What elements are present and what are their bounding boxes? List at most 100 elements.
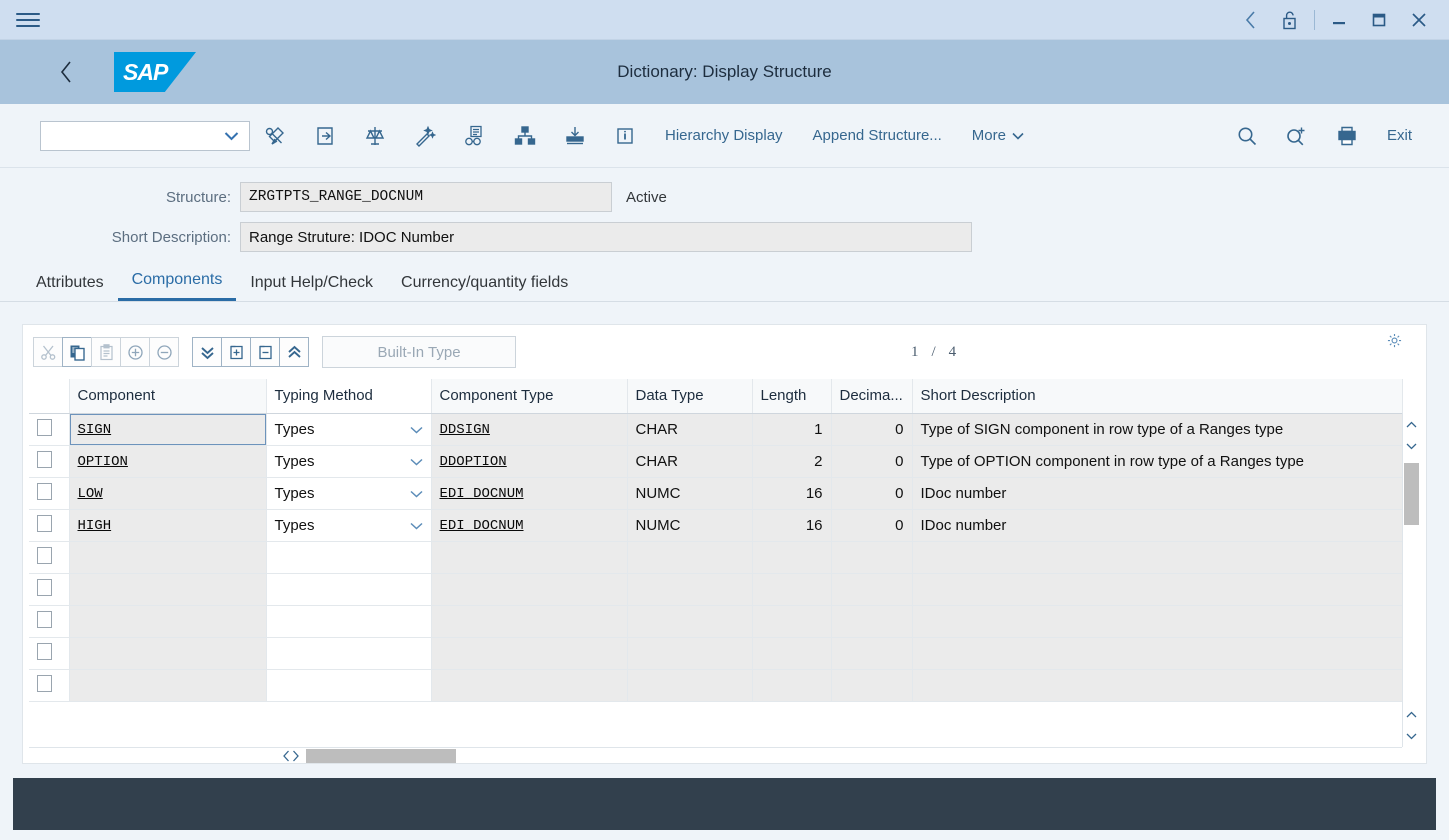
cell-short-description[interactable]: IDoc number <box>912 509 1403 541</box>
cell-component-type[interactable]: EDI_DOCNUM <box>431 477 627 509</box>
chevron-down-icon[interactable] <box>410 517 423 534</box>
cell-length[interactable] <box>752 541 831 573</box>
cell-typing-method[interactable] <box>266 637 431 669</box>
table-row[interactable] <box>29 669 1403 701</box>
component-link[interactable]: SIGN <box>78 422 112 438</box>
cell-length[interactable]: 16 <box>752 477 831 509</box>
cell-short-description[interactable]: Type of SIGN component in row type of a … <box>912 413 1403 445</box>
component-link[interactable]: OPTION <box>78 454 128 470</box>
cell-short-description[interactable] <box>912 637 1403 669</box>
vertical-scrollbar[interactable] <box>1402 413 1420 747</box>
built-in-type-button[interactable]: Built-In Type <box>322 336 516 368</box>
cell-short-description[interactable] <box>912 541 1403 573</box>
tab-components[interactable]: Components <box>118 271 237 301</box>
vertical-scroll-track[interactable] <box>1403 457 1420 703</box>
cell-short-description[interactable] <box>912 573 1403 605</box>
table-row[interactable] <box>29 605 1403 637</box>
cell-length[interactable]: 16 <box>752 509 831 541</box>
search-plus-icon[interactable] <box>1272 114 1322 158</box>
column-decimals[interactable]: Decima... <box>831 379 912 413</box>
scroll-up-arrow-bottom[interactable] <box>1406 703 1417 725</box>
cell-decimals[interactable] <box>831 637 912 669</box>
documentation-icon[interactable] <box>450 114 500 158</box>
component-type-link[interactable]: EDI_DOCNUM <box>440 518 524 534</box>
hamburger-icon[interactable] <box>16 8 40 32</box>
compare-versions-icon[interactable] <box>350 114 400 158</box>
cell-component-type[interactable] <box>431 573 627 605</box>
cell-component[interactable]: OPTION <box>69 445 266 477</box>
row-checkbox[interactable] <box>37 547 52 564</box>
cell-component-type[interactable] <box>431 637 627 669</box>
cell-component[interactable] <box>69 637 266 669</box>
cell-component[interactable] <box>69 541 266 573</box>
row-checkbox[interactable] <box>37 483 52 500</box>
remove-row-button[interactable] <box>149 337 179 367</box>
cell-typing-method[interactable] <box>266 573 431 605</box>
row-checkbox[interactable] <box>37 611 52 628</box>
cell-typing-method[interactable]: Types <box>266 509 431 541</box>
cell-typing-method[interactable]: Types <box>266 413 431 445</box>
cell-data-type[interactable] <box>627 637 752 669</box>
cell-data-type[interactable]: CHAR <box>627 445 752 477</box>
table-row[interactable]: SIGNTypesDDSIGNCHAR10Type of SIGN compon… <box>29 413 1403 445</box>
cell-length[interactable]: 2 <box>752 445 831 477</box>
chevron-down-icon[interactable] <box>410 485 423 502</box>
component-type-link[interactable]: DDSIGN <box>440 422 490 438</box>
cell-length[interactable] <box>752 573 831 605</box>
row-select-cell[interactable] <box>29 445 69 477</box>
table-row[interactable]: OPTIONTypesDDOPTIONCHAR20Type of OPTION … <box>29 445 1403 477</box>
column-typing-method[interactable]: Typing Method <box>266 379 431 413</box>
row-select-cell[interactable] <box>29 669 69 701</box>
component-link[interactable]: LOW <box>78 486 103 502</box>
tab-currency-quantity-fields[interactable]: Currency/quantity fields <box>387 274 582 301</box>
scroll-up-button[interactable] <box>279 337 309 367</box>
cell-decimals[interactable]: 0 <box>831 477 912 509</box>
unlocked-lock-icon[interactable] <box>1270 1 1310 39</box>
scroll-up-arrow[interactable] <box>1406 413 1417 435</box>
change-display-icon[interactable] <box>250 114 300 158</box>
tab-attributes[interactable]: Attributes <box>22 274 118 301</box>
insert-line-button[interactable] <box>221 337 251 367</box>
shell-back-icon[interactable] <box>1230 1 1270 39</box>
print-icon[interactable] <box>1322 114 1372 158</box>
cell-length[interactable]: 1 <box>752 413 831 445</box>
tab-input-help-check[interactable]: Input Help/Check <box>236 274 387 301</box>
short-description-input[interactable]: Range Struture: IDOC Number <box>240 222 972 252</box>
cell-typing-method[interactable] <box>266 669 431 701</box>
column-component-type[interactable]: Component Type <box>431 379 627 413</box>
cell-data-type[interactable] <box>627 605 752 637</box>
column-short-description[interactable]: Short Description <box>912 379 1403 413</box>
row-checkbox[interactable] <box>37 515 52 532</box>
cell-short-description[interactable]: IDoc number <box>912 477 1403 509</box>
cell-data-type[interactable]: NUMC <box>627 509 752 541</box>
cell-component-type[interactable]: EDI_DOCNUM <box>431 509 627 541</box>
info-icon[interactable] <box>600 114 650 158</box>
cut-button[interactable] <box>33 337 63 367</box>
cell-component[interactable]: HIGH <box>69 509 266 541</box>
cell-component-type[interactable]: DDOPTION <box>431 445 627 477</box>
row-select-cell[interactable] <box>29 573 69 605</box>
component-link[interactable]: HIGH <box>78 518 112 534</box>
cell-decimals[interactable] <box>831 605 912 637</box>
row-select-cell[interactable] <box>29 541 69 573</box>
cell-decimals[interactable]: 0 <box>831 509 912 541</box>
vertical-scroll-thumb[interactable] <box>1404 463 1419 525</box>
column-component[interactable]: Component <box>69 379 266 413</box>
gear-icon[interactable] <box>1387 333 1402 353</box>
object-select-dropdown[interactable] <box>40 121 250 151</box>
cell-decimals[interactable] <box>831 541 912 573</box>
copy-button[interactable] <box>62 337 92 367</box>
cell-data-type[interactable] <box>627 573 752 605</box>
row-checkbox[interactable] <box>37 579 52 596</box>
where-used-list-icon[interactable] <box>300 114 350 158</box>
scroll-down-arrow-bottom[interactable] <box>1406 725 1417 747</box>
cell-data-type[interactable]: CHAR <box>627 413 752 445</box>
structure-input[interactable]: ZRGTPTS_RANGE_DOCNUM <box>240 182 612 212</box>
typing-method-dropdown[interactable]: Types <box>275 478 423 509</box>
cell-component-type[interactable]: DDSIGN <box>431 413 627 445</box>
cell-component[interactable]: SIGN <box>69 413 266 445</box>
cell-typing-method[interactable]: Types <box>266 477 431 509</box>
row-checkbox[interactable] <box>37 675 52 692</box>
row-select-cell[interactable] <box>29 637 69 669</box>
chevron-down-icon[interactable] <box>410 421 423 438</box>
